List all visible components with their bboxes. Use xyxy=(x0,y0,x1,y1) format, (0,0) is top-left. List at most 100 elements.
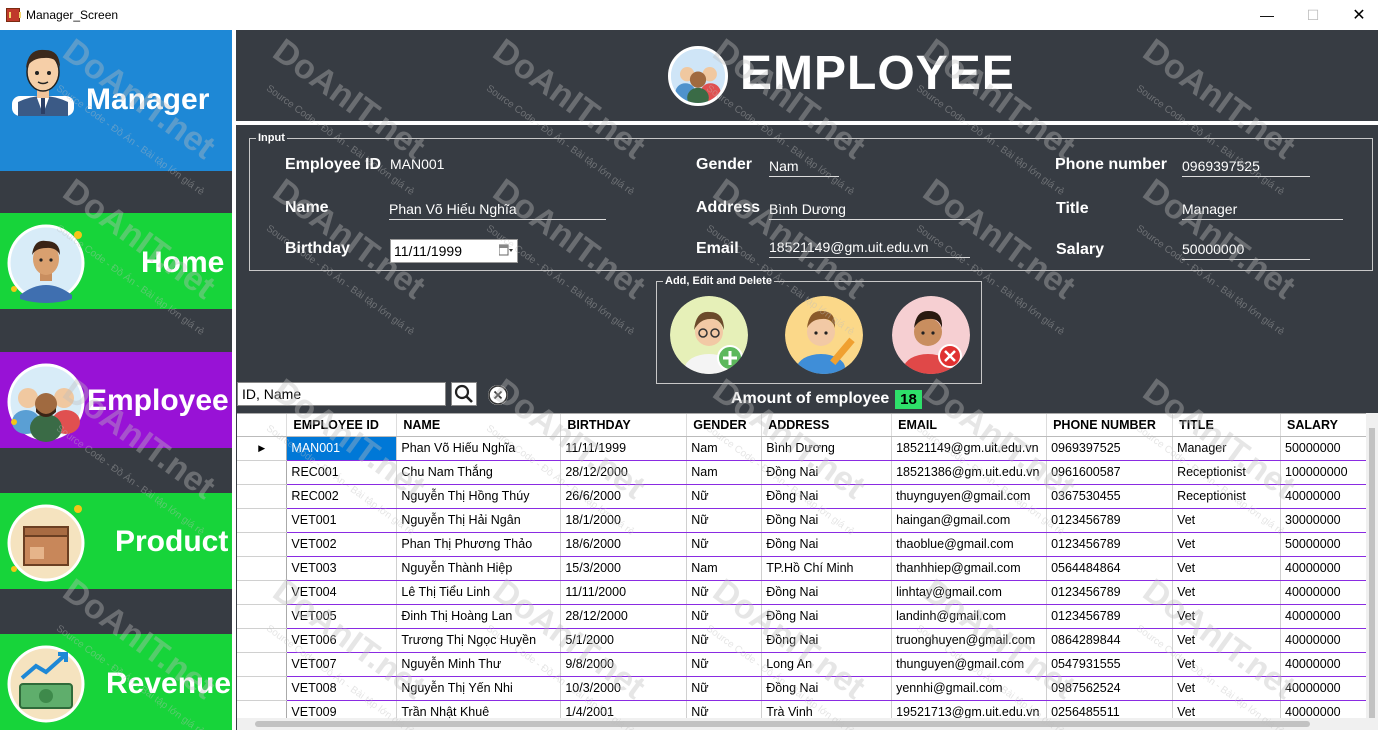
table-cell[interactable]: Nữ xyxy=(686,676,763,701)
table-cell[interactable]: Vet xyxy=(1172,532,1281,557)
table-cell[interactable]: 40000000 xyxy=(1280,652,1378,677)
table-row[interactable]: ▶ MAN001 Phan Võ Hiếu Nghĩa 11/11/1999 Nam Bì… xyxy=(237,436,1378,461)
add-employee-button[interactable] xyxy=(670,296,748,374)
gender-field[interactable]: Nam xyxy=(769,155,839,177)
column-header[interactable]: PHONE NUMBER xyxy=(1046,414,1174,437)
table-cell[interactable]: 50000000 xyxy=(1280,532,1378,557)
table-cell[interactable]: 0961600587 xyxy=(1046,460,1174,485)
column-header[interactable]: SALARY xyxy=(1280,414,1378,437)
table-row[interactable]: REC002 Nguyễn Thị Hồng Thúy 26/6/2000 Nữ Đồn… xyxy=(237,484,1378,509)
salary-field[interactable]: 50000000 xyxy=(1182,238,1310,260)
row-header[interactable] xyxy=(237,460,288,485)
table-cell[interactable]: Nguyễn Thành Hiệp xyxy=(396,556,562,581)
maximize-button[interactable]: ☐ xyxy=(1290,0,1336,30)
horizontal-scrollbar[interactable] xyxy=(237,718,1366,730)
row-header[interactable] xyxy=(237,532,288,557)
table-cell[interactable]: 0123456789 xyxy=(1046,508,1174,533)
table-cell[interactable]: VET006 xyxy=(286,628,398,653)
table-cell[interactable]: 40000000 xyxy=(1280,556,1378,581)
table-row[interactable]: VET004 Lê Thị Tiểu Linh 11/11/2000 Nữ Đồng N… xyxy=(237,580,1378,605)
table-cell[interactable]: 0123456789 xyxy=(1046,580,1174,605)
table-cell[interactable]: linhtay@gmail.com xyxy=(891,580,1048,605)
table-cell[interactable]: Đồng Nai xyxy=(761,676,893,701)
table-cell[interactable]: VET003 xyxy=(286,556,398,581)
table-cell[interactable]: REC002 xyxy=(286,484,398,509)
table-cell[interactable]: 0123456789 xyxy=(1046,532,1174,557)
clear-search-button[interactable] xyxy=(488,385,508,405)
table-cell[interactable]: 40000000 xyxy=(1280,628,1378,653)
row-header[interactable] xyxy=(237,508,288,533)
table-cell[interactable]: 5/1/2000 xyxy=(560,628,688,653)
table-cell[interactable]: 0864289844 xyxy=(1046,628,1174,653)
row-header[interactable] xyxy=(237,604,288,629)
table-cell[interactable]: Receptionist xyxy=(1172,460,1281,485)
table-cell[interactable]: 50000000 xyxy=(1280,436,1378,461)
row-header[interactable] xyxy=(237,556,288,581)
table-cell[interactable]: Nam xyxy=(686,436,763,461)
table-cell[interactable]: VET002 xyxy=(286,532,398,557)
search-button[interactable] xyxy=(451,382,477,406)
table-cell[interactable]: Đồng Nai xyxy=(761,628,893,653)
table-cell[interactable]: Bình Dương xyxy=(761,436,893,461)
table-cell[interactable]: Đồng Nai xyxy=(761,508,893,533)
table-cell[interactable]: VET007 xyxy=(286,652,398,677)
table-cell[interactable]: VET005 xyxy=(286,604,398,629)
table-cell[interactable]: Đồng Nai xyxy=(761,604,893,629)
table-cell[interactable]: 40000000 xyxy=(1280,604,1378,629)
birthday-datepicker[interactable]: 11/11/1999 xyxy=(390,239,518,263)
table-cell[interactable]: Vet xyxy=(1172,556,1281,581)
table-cell[interactable]: VET001 xyxy=(286,508,398,533)
table-cell[interactable]: 0367530455 xyxy=(1046,484,1174,509)
delete-employee-button[interactable] xyxy=(892,296,970,374)
address-field[interactable]: Bình Dương xyxy=(769,198,970,220)
table-cell[interactable]: Chu Nam Thắng xyxy=(396,460,562,485)
table-cell[interactable]: Vet xyxy=(1172,676,1281,701)
table-cell[interactable]: Đồng Nai xyxy=(761,460,893,485)
table-cell[interactable]: 100000000 xyxy=(1280,460,1378,485)
edit-employee-button[interactable] xyxy=(785,296,863,374)
table-cell[interactable]: 10/3/2000 xyxy=(560,676,688,701)
table-cell[interactable]: Vet xyxy=(1172,652,1281,677)
column-header[interactable]: BIRTHDAY xyxy=(560,414,688,437)
sidebar-item-home[interactable]: Home xyxy=(0,213,232,309)
table-cell[interactable]: 0123456789 xyxy=(1046,604,1174,629)
minimize-button[interactable]: — xyxy=(1244,0,1290,30)
table-cell[interactable]: Nữ xyxy=(686,532,763,557)
employee-table[interactable]: EMPLOYEE ID NAME BIRTHDAY GENDER ADDRESS… xyxy=(237,413,1378,730)
table-cell[interactable]: 40000000 xyxy=(1280,580,1378,605)
table-cell[interactable]: 18/6/2000 xyxy=(560,532,688,557)
name-field[interactable]: Phan Võ Hiếu Nghĩa xyxy=(389,198,606,220)
row-header[interactable] xyxy=(237,484,288,509)
scroll-thumb[interactable] xyxy=(1369,428,1375,718)
table-cell[interactable]: Đồng Nai xyxy=(761,484,893,509)
table-row[interactable]: REC001 Chu Nam Thắng 28/12/2000 Nam Đồng Nai… xyxy=(237,460,1378,485)
table-cell[interactable]: Vet xyxy=(1172,628,1281,653)
table-cell[interactable]: Vet xyxy=(1172,508,1281,533)
row-header[interactable] xyxy=(237,676,288,701)
table-cell[interactable]: 0547931555 xyxy=(1046,652,1174,677)
column-header[interactable]: ADDRESS xyxy=(761,414,893,437)
column-header[interactable]: NAME xyxy=(396,414,562,437)
column-header[interactable]: EMAIL xyxy=(891,414,1048,437)
column-header[interactable]: TITLE xyxy=(1172,414,1281,437)
table-cell[interactable]: Nam xyxy=(686,460,763,485)
sidebar-item-employee[interactable]: Employee xyxy=(0,352,232,448)
table-cell[interactable]: 26/6/2000 xyxy=(560,484,688,509)
row-header[interactable]: ▶ xyxy=(237,436,288,461)
column-header[interactable]: GENDER xyxy=(686,414,763,437)
table-cell[interactable]: landinh@gmail.com xyxy=(891,604,1048,629)
table-cell[interactable]: Đồng Nai xyxy=(761,580,893,605)
table-cell[interactable]: REC001 xyxy=(286,460,398,485)
table-cell[interactable]: VET008 xyxy=(286,676,398,701)
table-cell[interactable]: Phan Thị Phương Thảo xyxy=(396,532,562,557)
table-cell[interactable]: 18521386@gm.uit.edu.vn xyxy=(891,460,1048,485)
table-cell[interactable]: Manager xyxy=(1172,436,1281,461)
table-cell[interactable]: Lê Thị Tiểu Linh xyxy=(396,580,562,605)
table-cell[interactable]: 9/8/2000 xyxy=(560,652,688,677)
vertical-scrollbar[interactable] xyxy=(1366,413,1378,730)
table-cell[interactable]: 15/3/2000 xyxy=(560,556,688,581)
search-input[interactable]: ID, Name xyxy=(237,382,446,406)
table-cell[interactable]: Vet xyxy=(1172,604,1281,629)
table-cell[interactable]: haingan@gmail.com xyxy=(891,508,1048,533)
table-row[interactable]: VET007 Nguyễn Minh Thư 9/8/2000 Nữ Long An th… xyxy=(237,652,1378,677)
